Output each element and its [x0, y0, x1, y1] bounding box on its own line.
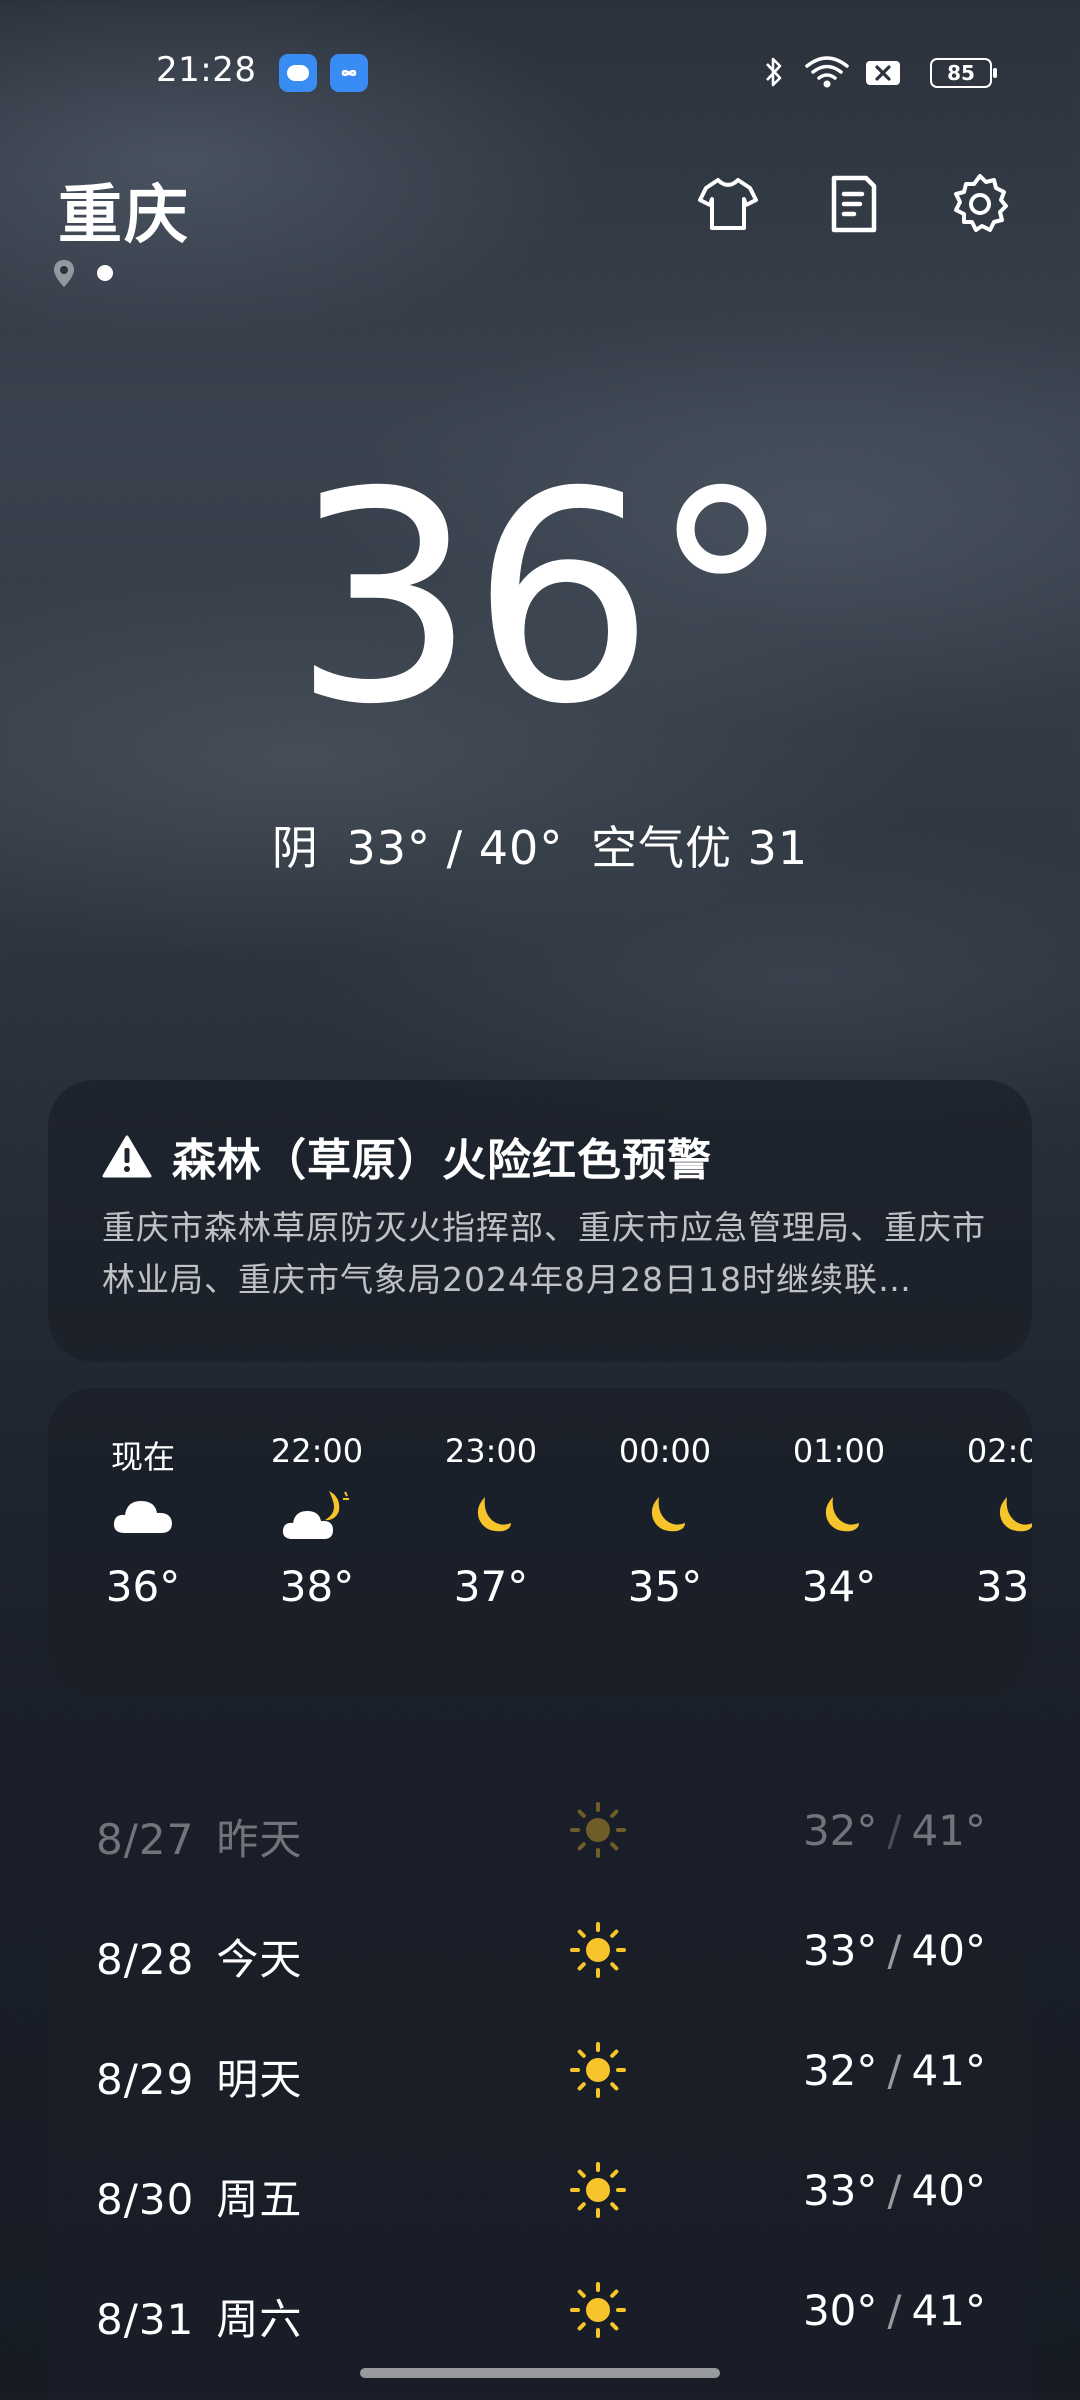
bluetooth-icon: [766, 57, 782, 87]
daily-forecast[interactable]: 8/27昨天 32°/41° 8/28今天 33°/40° 8/29明天: [48, 1724, 1032, 2400]
wifi-icon: [805, 56, 849, 88]
city-name[interactable]: 重庆: [58, 164, 190, 256]
status-right: 85: [762, 52, 997, 92]
day-name: 周五: [216, 2175, 303, 2224]
alert-body: 重庆市森林草原防灭火指挥部、重庆市应急管理局、重庆市林业局、重庆市气象局2024…: [102, 1208, 986, 1299]
location-pin-icon: [54, 260, 74, 287]
day-name: 昨天: [216, 1815, 303, 1864]
day-high: 41°: [911, 2286, 986, 2335]
moon-icon: [651, 1497, 685, 1532]
day-low: 32°: [802, 1806, 878, 1855]
hour-item[interactable]: 01:00 34°: [764, 1432, 914, 1611]
hour-temp: 36°: [105, 1562, 181, 1611]
hour-time: 00:00: [618, 1432, 712, 1470]
alert-title: 森林（草原）火险红色预警: [172, 1135, 712, 1186]
day-date: 8/30: [96, 2175, 195, 2224]
warning-icon: [102, 1135, 152, 1178]
current-condition: 阴: [271, 821, 319, 875]
current-low-high: 33° / 40°: [346, 821, 564, 875]
hour-item[interactable]: 23:00 37°: [416, 1432, 566, 1611]
day-row[interactable]: 8/28 今天 33°/40°: [96, 1900, 986, 2000]
current-summary: 阴 33° / 40° 空气优 31: [0, 812, 1080, 878]
sun-icon: [570, 1802, 626, 1858]
no-sim-icon: [866, 61, 900, 85]
sun-icon: [570, 1922, 626, 1978]
app-infinity-icon: [330, 54, 368, 92]
day-high: 41°: [911, 2046, 986, 2095]
day-high: 41°: [911, 1806, 986, 1855]
document-button[interactable]: [822, 172, 886, 236]
alert-card[interactable]: 森林（草原）火险红色预警 重庆市森林草原防灭火指挥部、重庆市应急管理局、重庆市林…: [48, 1080, 1032, 1362]
app-bubble-icon: [279, 54, 317, 92]
day-date: 8/27: [96, 1815, 195, 1864]
day-low: 30°: [802, 2286, 878, 2335]
clothing-button[interactable]: [696, 172, 760, 236]
hour-temp: 37°: [453, 1562, 529, 1611]
hour-time: 现在: [110, 1438, 175, 1476]
cloud-moon-icon: [282, 1491, 349, 1539]
hour-temp: 33°: [975, 1562, 1032, 1611]
current-temperature: 36°: [291, 431, 794, 768]
cloud-icon: [113, 1501, 172, 1533]
day-date: 8/29: [96, 2055, 195, 2104]
sun-icon: [570, 2162, 626, 2218]
battery-level: 85: [947, 61, 975, 85]
status-time: 21:28: [156, 50, 257, 90]
sun-icon: [570, 2042, 626, 2098]
day-low: 33°: [802, 1926, 878, 1975]
moon-icon: [825, 1497, 859, 1532]
day-row[interactable]: 8/27 昨天 32°/41°: [96, 1780, 986, 1880]
day-name: 周六: [216, 2295, 303, 2344]
hour-item[interactable]: 现在 36°: [68, 1432, 218, 1611]
battery-icon: 85: [930, 58, 997, 88]
page-indicator-dot: [97, 265, 113, 281]
hourly-forecast[interactable]: 现在 36° 22:00 38° 23:00 37° 00:00 35° 01:…: [48, 1388, 1032, 1698]
hour-temp: 35°: [627, 1562, 703, 1611]
hour-time: 02:00: [966, 1432, 1032, 1470]
hour-temp: 34°: [801, 1562, 877, 1611]
day-row[interactable]: 8/29 明天 32°/41°: [96, 2020, 986, 2120]
home-indicator[interactable]: [360, 2368, 720, 2378]
day-high: 40°: [911, 1926, 986, 1975]
clothing-icon: [698, 178, 758, 230]
day-high: 40°: [911, 2166, 986, 2215]
hour-time: 22:00: [270, 1432, 364, 1470]
day-name: 明天: [216, 2055, 303, 2104]
hour-item[interactable]: 22:00 38°: [242, 1432, 392, 1611]
sun-icon: [570, 2282, 626, 2338]
document-icon: [831, 175, 877, 233]
day-date: 8/31: [96, 2295, 195, 2344]
day-row[interactable]: 8/30 周五 33°/40°: [96, 2140, 986, 2240]
day-name: 今天: [216, 1935, 303, 1984]
moon-icon: [477, 1497, 511, 1532]
hour-time: 23:00: [444, 1432, 538, 1470]
day-low: 32°: [802, 2046, 878, 2095]
day-low: 33°: [802, 2166, 878, 2215]
settings-button[interactable]: [948, 172, 1012, 236]
air-quality[interactable]: 空气优 31: [591, 821, 808, 875]
hour-temp: 38°: [279, 1562, 355, 1611]
status-bar: 21:28 85: [0, 0, 1080, 140]
settings-icon: [954, 174, 1008, 232]
alert-title-row: 森林（草原）火险红色预警: [102, 1124, 712, 1188]
day-date: 8/28: [96, 1935, 195, 1984]
hour-item[interactable]: 02:00 33°: [938, 1432, 1032, 1611]
day-row[interactable]: 8/31 周六 30°/41°: [96, 2260, 986, 2360]
hour-time: 01:00: [792, 1432, 886, 1470]
hour-item[interactable]: 00:00 35°: [590, 1432, 740, 1611]
moon-icon: [999, 1497, 1032, 1532]
